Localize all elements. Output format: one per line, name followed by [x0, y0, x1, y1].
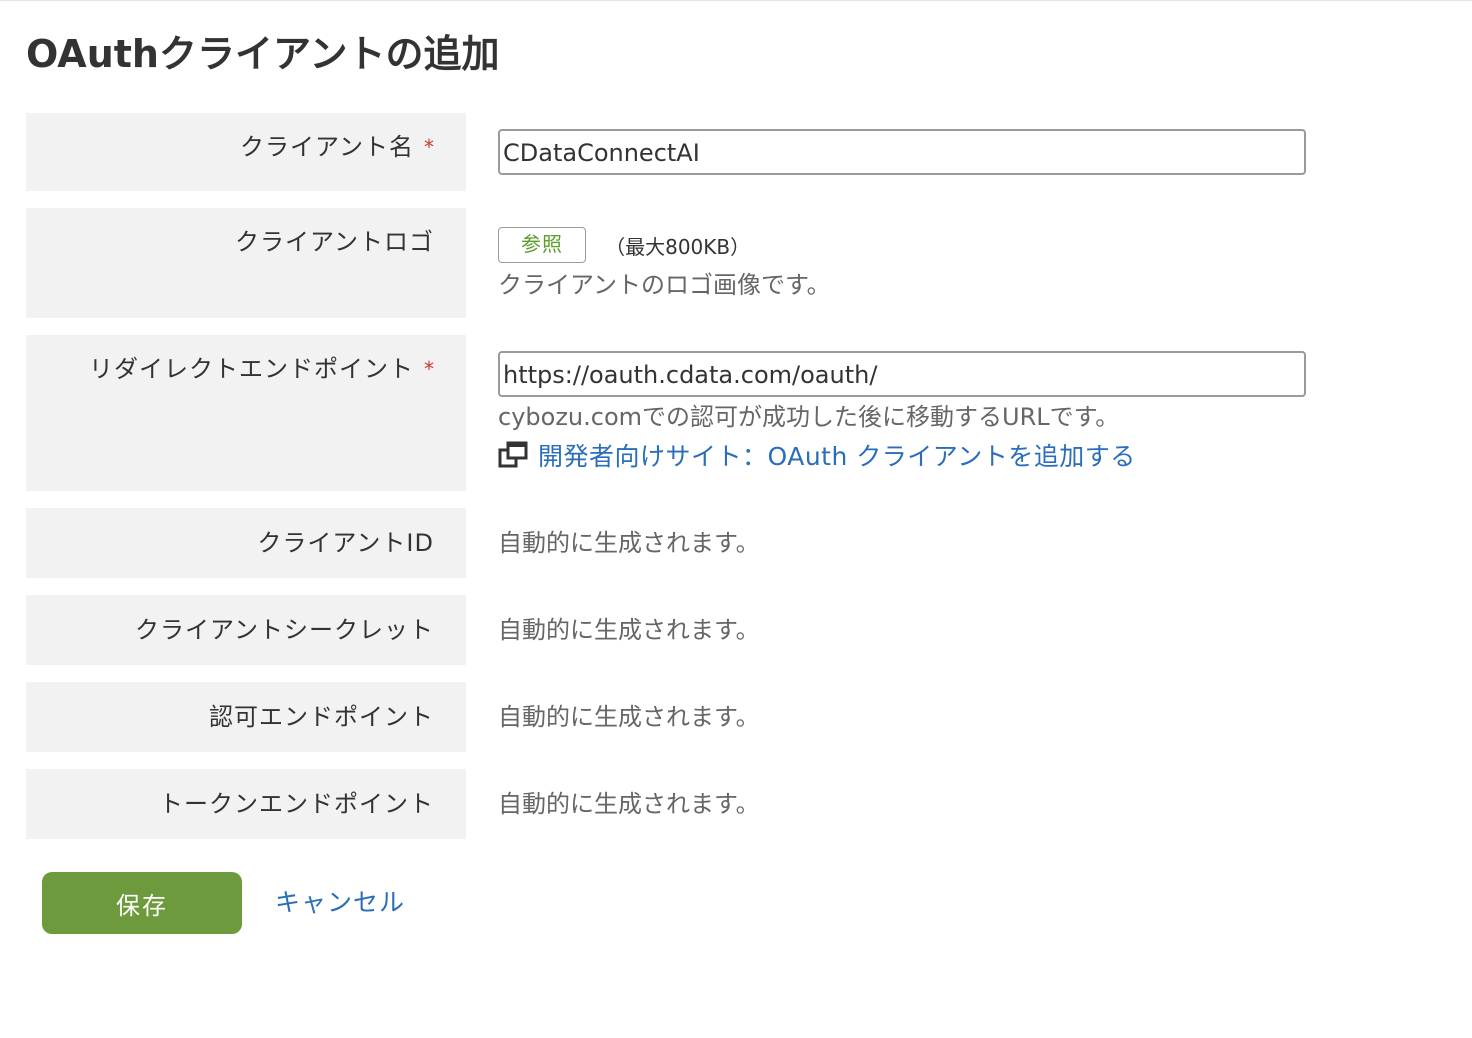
- page-title: OAuthクライアントの追加: [26, 32, 500, 76]
- label-cell-redirect-endpoint: * リダイレクトエンドポイント: [26, 335, 466, 491]
- authorization-endpoint-label: 認可エンドポイント: [209, 703, 434, 731]
- value-cell-client-secret: 自動的に生成されます。: [498, 615, 760, 645]
- client-id-value: 自動的に生成されます。: [498, 529, 760, 557]
- save-button[interactable]: 保存: [42, 872, 242, 934]
- cancel-link[interactable]: キャンセル: [275, 886, 405, 920]
- required-mark: *: [424, 135, 434, 159]
- logo-upload-row: 参照 （最大800KB）: [498, 227, 831, 265]
- value-cell-client-logo: 参照 （最大800KB） クライアントのロゴ画像です。: [498, 227, 831, 305]
- max-size-note: （最大800KB）: [605, 234, 751, 259]
- authorization-endpoint-value: 自動的に生成されます。: [498, 703, 760, 731]
- client-name-label: クライアント名: [239, 133, 414, 161]
- client-secret-label: クライアントシークレット: [134, 616, 434, 644]
- redirect-endpoint-hint: cybozu.comでの認可が成功した後に移動するURLです。: [498, 403, 1120, 431]
- value-cell-redirect-endpoint: cybozu.comでの認可が成功した後に移動するURLです。 開発者向けサイト…: [498, 351, 1306, 474]
- value-cell-authorization-endpoint: 自動的に生成されます。: [498, 702, 760, 732]
- row-client-name: * クライアント名: [26, 113, 1446, 191]
- label-cell-client-secret: クライアントシークレット: [26, 595, 466, 665]
- redirect-endpoint-input[interactable]: [498, 351, 1306, 397]
- client-logo-hint: クライアントのロゴ画像です。: [498, 271, 831, 299]
- label-cell-client-name: * クライアント名: [26, 113, 466, 191]
- row-client-secret: クライアントシークレット 自動的に生成されます。: [26, 595, 1446, 665]
- label-cell-authorization-endpoint: 認可エンドポイント: [26, 682, 466, 752]
- label-cell-token-endpoint: トークンエンドポイント: [26, 769, 466, 839]
- value-cell-token-endpoint: 自動的に生成されます。: [498, 789, 760, 819]
- redirect-endpoint-label: リダイレクトエンドポイント: [89, 355, 414, 383]
- token-endpoint-label: トークンエンドポイント: [159, 790, 434, 818]
- client-id-label: クライアントID: [257, 529, 434, 557]
- developer-site-link[interactable]: 開発者向けサイト：OAuth クライアントを追加する: [498, 437, 1136, 473]
- label-cell-client-id: クライアントID: [26, 508, 466, 578]
- required-mark: *: [424, 357, 434, 381]
- value-cell-client-name: [498, 129, 1306, 175]
- row-client-logo: クライアントロゴ 参照 （最大800KB） クライアントのロゴ画像です。: [26, 208, 1446, 318]
- row-token-endpoint: トークンエンドポイント 自動的に生成されます。: [26, 769, 1446, 839]
- developer-site-link-text: 開発者向けサイト：OAuth クライアントを追加する: [538, 442, 1136, 471]
- label-cell-client-logo: クライアントロゴ: [26, 208, 466, 318]
- row-client-id: クライアントID 自動的に生成されます。: [26, 508, 1446, 578]
- external-window-icon: [498, 441, 528, 468]
- client-secret-value: 自動的に生成されます。: [498, 616, 760, 644]
- client-logo-label: クライアントロゴ: [234, 228, 434, 256]
- client-name-input[interactable]: [498, 129, 1306, 175]
- row-authorization-endpoint: 認可エンドポイント 自動的に生成されます。: [26, 682, 1446, 752]
- browse-button[interactable]: 参照: [498, 227, 586, 263]
- row-redirect-endpoint: * リダイレクトエンドポイント cybozu.comでの認可が成功した後に移動す…: [26, 335, 1446, 491]
- token-endpoint-value: 自動的に生成されます。: [498, 790, 760, 818]
- value-cell-client-id: 自動的に生成されます。: [498, 528, 760, 558]
- top-divider: [0, 0, 1472, 1]
